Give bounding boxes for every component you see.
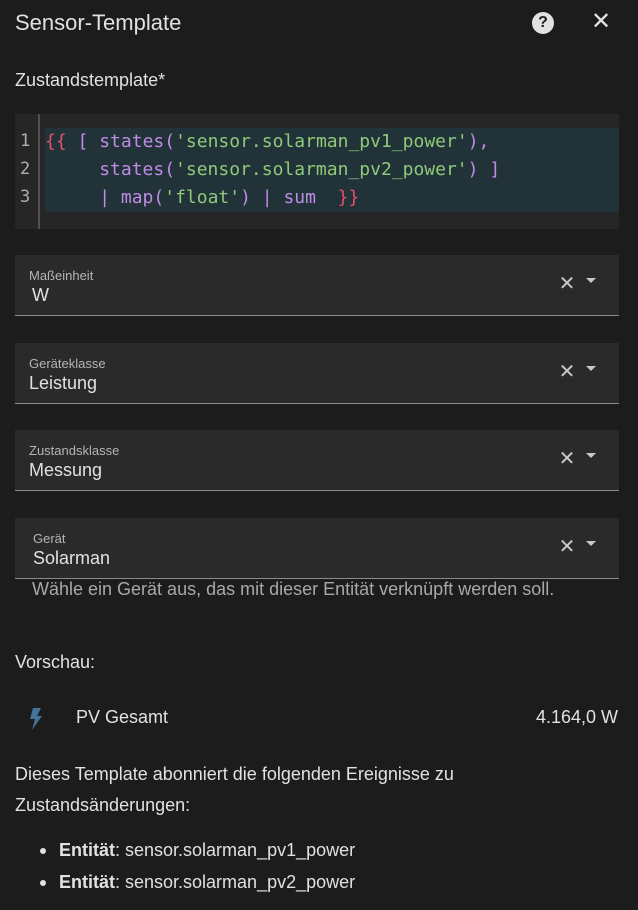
lightning-bolt-icon	[30, 708, 42, 730]
subscription-description: Dieses Template abonniert die folgenden …	[15, 764, 454, 815]
state-class-value: Messung	[29, 460, 103, 480]
line-number: 1	[20, 131, 31, 151]
device-select[interactable]: Gerät Solarman ✕	[15, 518, 619, 579]
entity-id: : sensor.solarman_pv2_power	[115, 872, 356, 892]
bullet-icon	[40, 880, 46, 886]
code-line-3[interactable]: | map('float') | sum }}	[45, 184, 619, 212]
code-token: sum	[283, 187, 316, 208]
line-number: 3	[20, 187, 31, 207]
clear-icon[interactable]: ✕	[557, 361, 577, 383]
code-token: [	[77, 131, 89, 152]
chevron-down-icon[interactable]	[586, 366, 596, 371]
device-helper-text: Wähle ein Gerät aus, das mit dieser Enti…	[32, 579, 555, 599]
preview-entity-name[interactable]: PV Gesamt	[76, 707, 168, 728]
entity-key: Entität	[59, 840, 115, 860]
close-icon[interactable]: ✕	[590, 10, 612, 34]
help-circle-icon[interactable]: ?	[532, 12, 554, 34]
gutter-divider	[38, 114, 40, 229]
code-token: 'sensor.solarman_pv2_power'	[175, 159, 468, 180]
unit-label: Maßeinheit	[29, 268, 94, 283]
chevron-down-icon[interactable]	[586, 453, 596, 458]
unit-value: W	[32, 285, 49, 305]
preview-label: Vorschau:	[15, 652, 96, 672]
device-label: Gerät	[33, 531, 66, 546]
code-line-1[interactable]: {{ [ states('sensor.solarman_pv1_power')…	[45, 128, 619, 156]
state-class-select[interactable]: Zustandsklasse Messung ✕	[15, 430, 619, 491]
entity-id: : sensor.solarman_pv1_power	[115, 840, 356, 860]
preview-entity-state: 4.164,0 W	[535, 707, 618, 727]
code-token: states(	[99, 131, 176, 152]
code-token: )	[467, 159, 479, 180]
code-token: |	[261, 187, 273, 208]
device-class-value: Leistung	[29, 373, 98, 393]
template-label: Zustandstemplate*	[15, 70, 166, 90]
chevron-down-icon[interactable]	[586, 278, 596, 283]
unit-select[interactable]: Maßeinheit W ✕	[15, 255, 619, 316]
device-class-label: Geräteklasse	[29, 356, 106, 371]
device-value: Solarman	[33, 548, 111, 568]
code-token: ]	[489, 159, 501, 180]
code-token: 'sensor.solarman_pv1_power'	[175, 131, 468, 152]
code-token: |	[99, 187, 111, 208]
clear-icon[interactable]: ✕	[557, 448, 577, 470]
dialog-title: Sensor-Template	[15, 10, 182, 35]
dialog-header: Sensor-Template ? ✕	[15, 8, 623, 40]
line-number: 2	[20, 159, 31, 179]
clear-icon[interactable]: ✕	[557, 536, 577, 558]
code-line-2[interactable]: states('sensor.solarman_pv2_power') ]	[45, 156, 619, 184]
code-token: )	[240, 187, 251, 208]
bullet-icon	[40, 848, 46, 854]
code-token: {{	[45, 131, 67, 152]
chevron-down-icon[interactable]	[586, 541, 596, 546]
clear-icon[interactable]: ✕	[557, 273, 577, 295]
device-class-select[interactable]: Geräteklasse Leistung ✕	[15, 343, 619, 404]
code-token: 'float'	[164, 187, 241, 208]
code-token: }}	[337, 187, 360, 208]
code-token: map(	[120, 187, 165, 208]
list-item: Entität: sensor.solarman_pv2_power	[15, 866, 615, 898]
code-token: ),	[467, 131, 490, 152]
code-token: states(	[99, 159, 176, 180]
state-class-label: Zustandsklasse	[29, 443, 120, 458]
subscription-list: Entität: sensor.solarman_pv1_power Entit…	[15, 834, 615, 898]
line-number-gutter: 1 2 3	[15, 114, 39, 229]
list-item: Entität: sensor.solarman_pv1_power	[15, 834, 615, 866]
entity-key: Entität	[59, 872, 115, 892]
template-code-editor[interactable]: 1 2 3 {{ [ states('sensor.solarman_pv1_p…	[15, 114, 619, 229]
